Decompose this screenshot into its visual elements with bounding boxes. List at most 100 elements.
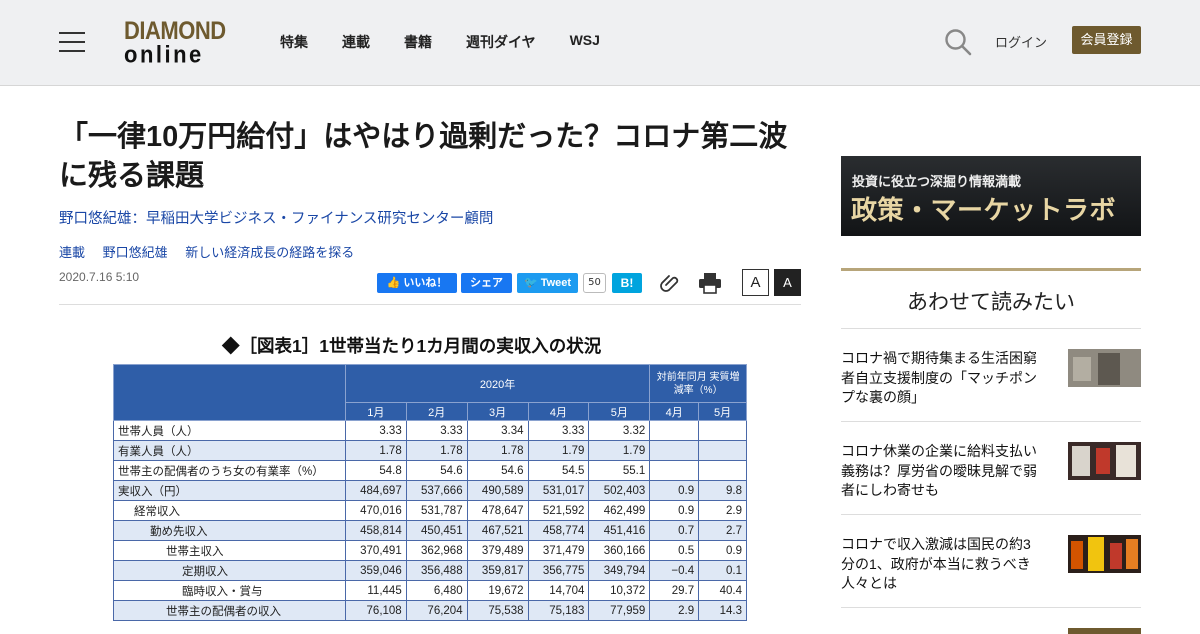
table-cell: [649, 420, 700, 441]
tweet-count: 50: [583, 273, 606, 293]
table-cell: 356,488: [405, 560, 468, 581]
table-cell: 478,647: [466, 500, 529, 521]
related-article-title[interactable]: コロナで収入激減は国民の約3分の1、政府が本当に救うべき人々とは: [841, 535, 1041, 594]
table-header-month: 3月: [466, 402, 529, 421]
related-article-title[interactable]: コロナ休業の企業に給料支払い義務は？厚労省の曖昧見解で弱者にしわ寄せも: [841, 442, 1041, 501]
table-cell: 3.32: [588, 420, 651, 441]
table-cell: 54.6: [466, 460, 529, 481]
table-cell: 3.33: [344, 420, 407, 441]
twitter-bird-icon: 🐦: [523, 277, 538, 289]
related-article-thumbnail[interactable]: [1068, 628, 1141, 634]
row-label: 世帯人員（人）: [113, 420, 346, 441]
table-cell: 484,697: [344, 480, 407, 501]
paperclip-icon[interactable]: [659, 272, 681, 294]
table-header-change-month: 5月: [698, 402, 747, 421]
font-size-small-button[interactable]: A: [742, 269, 769, 296]
table-cell: 10,372: [588, 580, 651, 601]
facebook-like-button[interactable]: 👍 いいね！: [377, 273, 457, 293]
table-cell: 2.9: [649, 600, 700, 621]
table-cell: 3.34: [466, 420, 529, 441]
table-cell: 521,592: [527, 500, 590, 521]
table-cell: 0.9: [649, 500, 700, 521]
ad-subtitle: 投資に役立つ深掘り情報満載: [852, 175, 1022, 190]
table-cell: 356,775: [527, 560, 590, 581]
row-employment-income: 勤め先収入 458,814 450,451 467,521 458,774 451,416…: [113, 520, 747, 541]
income-table: 2020年 対前年同月 実質増減率（%） 1月 2月 3月 4月 5月 4月 5…: [113, 364, 747, 621]
table-cell: 19,672: [466, 580, 529, 601]
row-label: 臨時収入・賞与: [113, 580, 346, 601]
nav-item-weekly[interactable]: 週刊ダイヤ: [466, 32, 536, 52]
table-cell: 3.33: [405, 420, 468, 441]
related-article-thumbnail[interactable]: [1068, 442, 1141, 480]
menu-icon[interactable]: [59, 32, 85, 52]
table-cell: [698, 440, 747, 461]
table-cell: 0.9: [649, 480, 700, 501]
table-cell: 0.9: [698, 540, 747, 561]
facebook-share-button[interactable]: シェア: [461, 273, 512, 293]
table-cell: 1.79: [527, 440, 590, 461]
figure-caption: ◆［図表1］1世帯当たり1カ月間の実収入の状況: [222, 336, 602, 356]
nav-item-rensai[interactable]: 連載: [342, 32, 370, 52]
site-logo[interactable]: DIAMOND online: [124, 18, 228, 67]
related-heading: あわせて読みたい: [907, 291, 1075, 314]
tweet-button[interactable]: 🐦 Tweet: [517, 273, 578, 293]
table-cell: 1.79: [588, 440, 651, 461]
print-icon[interactable]: [698, 272, 722, 294]
login-link[interactable]: ログイン: [995, 32, 1047, 51]
ad-title: 政策・マーケットラボ: [851, 196, 1117, 226]
tag-rensai[interactable]: 連載: [59, 245, 85, 260]
thumbs-up-icon: 👍: [386, 277, 401, 289]
tweet-label: Tweet: [540, 277, 572, 289]
table-cell: 359,817: [466, 560, 529, 581]
fb-like-label: いいね！: [403, 277, 448, 289]
nav-item-shoseki[interactable]: 書籍: [404, 32, 432, 52]
related-article-title[interactable]: コロナ禍で期待集まる生活困窮者自立支援制度の「マッチポンプな裏の顔」: [841, 349, 1041, 408]
nav-item-tokushu[interactable]: 特集: [280, 32, 308, 52]
table-cell: 379,489: [466, 540, 529, 561]
table-header-month: 1月: [344, 402, 407, 421]
table-cell: 1.78: [405, 440, 468, 461]
table-cell: 0.5: [649, 540, 700, 561]
search-icon[interactable]: [944, 28, 972, 56]
row-label: 実収入（円）: [113, 480, 346, 501]
sidebar-ad-banner[interactable]: 投資に役立つ深掘り情報満載 政策・マーケットラボ: [841, 156, 1141, 236]
table-cell: 349,794: [588, 560, 651, 581]
table-cell: 2.9: [698, 500, 747, 521]
font-size-large-button[interactable]: A: [774, 269, 801, 296]
table-cell: 9.8: [698, 480, 747, 501]
table-cell: [698, 460, 747, 481]
table-cell: 458,774: [527, 520, 590, 541]
register-button[interactable]: 会員登録: [1072, 26, 1141, 54]
table-body: 世帯人員（人） 3.33 3.33 3.34 3.33 3.32 有業人員（人） 1.78 1.…: [113, 420, 747, 621]
table-cell: 29.7: [649, 580, 700, 601]
table-header-blank: [113, 364, 346, 421]
row-bonus-income: 臨時収入・賞与 11,445 6,480 19,672 14,704 10,372 29.7…: [113, 580, 747, 601]
table-cell: 76,204: [405, 600, 468, 621]
related-article[interactable]: [841, 607, 1141, 634]
table-cell: 451,416: [588, 520, 651, 541]
article-tags: 連載 野口悠紀雄 新しい経済成長の経路を探る: [59, 242, 368, 261]
site-header: DIAMOND online 特集 連載 書籍 週刊ダイヤ WSJ ログイン 会…: [0, 0, 1200, 86]
table-cell: 0.7: [649, 520, 700, 541]
sidebar-divider: [841, 268, 1141, 271]
table-cell: 531,787: [405, 500, 468, 521]
row-spouse-employment-rate: 世帯主の配偶者のうち女の有業率（%） 54.8 54.6 54.6 54.5 55.1: [113, 460, 747, 481]
row-regular-income: 経常収入 470,016 531,787 478,647 521,592 462,499 0…: [113, 500, 747, 521]
nav-item-wsj[interactable]: WSJ: [570, 32, 600, 52]
related-article[interactable]: コロナ休業の企業に給料支払い義務は？厚労省の曖昧見解で弱者にしわ寄せも: [841, 421, 1141, 514]
table-cell: 1.78: [344, 440, 407, 461]
table-cell: 75,183: [527, 600, 590, 621]
related-article-thumbnail[interactable]: [1068, 349, 1141, 387]
table-cell: 77,959: [588, 600, 651, 621]
table-header-month: 5月: [588, 402, 651, 421]
table-cell: 55.1: [588, 460, 651, 481]
row-label: 世帯主収入: [113, 540, 346, 561]
related-article[interactable]: コロナで収入激減は国民の約3分の1、政府が本当に救うべき人々とは: [841, 514, 1141, 607]
related-article-thumbnail[interactable]: [1068, 535, 1141, 573]
tag-series[interactable]: 新しい経済成長の経路を探る: [185, 245, 354, 260]
related-article[interactable]: コロナ禍で期待集まる生活困窮者自立支援制度の「マッチポンプな裏の顔」: [841, 328, 1141, 421]
table-cell: [698, 420, 747, 441]
tag-author[interactable]: 野口悠紀雄: [103, 245, 168, 260]
hatena-bookmark-button[interactable]: B!: [612, 273, 642, 293]
author-link[interactable]: 野口悠紀雄：早稲田大学ビジネス・ファイナンス研究センター顧問: [59, 207, 493, 228]
